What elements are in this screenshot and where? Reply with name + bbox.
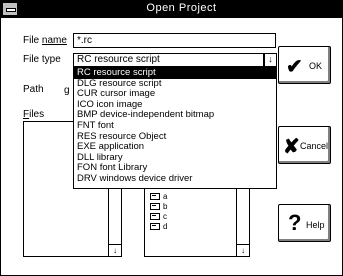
dropdown-option[interactable]: RC resource script xyxy=(74,68,276,79)
directory-label: c xyxy=(163,212,167,221)
directory-label: b xyxy=(163,202,168,211)
dropdown-option[interactable]: RES resource Object xyxy=(74,132,276,143)
file-type-dropdown-list: RC resource script DLG resource script C… xyxy=(73,67,277,189)
directory-label: a xyxy=(163,192,168,201)
arrow-down-icon: ↓ xyxy=(113,246,117,255)
file-name-input[interactable]: *.rc xyxy=(73,33,276,48)
help-button[interactable]: ? Help xyxy=(278,204,331,242)
question-mark-icon: ? xyxy=(288,210,302,235)
drive-icon xyxy=(150,213,160,221)
file-name-label-part2: name xyxy=(41,35,67,46)
directory-item[interactable]: c xyxy=(145,212,167,222)
files-label: Files xyxy=(23,109,44,120)
drive-icon xyxy=(150,223,160,231)
directory-label: d xyxy=(163,222,168,231)
file-name-label-part1: File xyxy=(23,35,42,46)
file-type-combo[interactable]: RC resource script xyxy=(73,53,264,67)
cancel-button[interactable]: ✘ Cancel xyxy=(278,126,331,164)
ok-button[interactable]: ✔ OK xyxy=(278,46,331,84)
checkmark-icon: ✔ xyxy=(286,56,303,78)
title-bar: Open Project xyxy=(1,1,342,18)
system-menu-icon xyxy=(6,8,16,12)
dropdown-option[interactable]: FON font Library xyxy=(74,163,276,174)
x-mark-icon: ✘ xyxy=(283,136,300,158)
help-button-label: Help xyxy=(306,220,325,230)
directory-item[interactable]: b xyxy=(145,202,167,212)
ok-button-label: OK xyxy=(309,61,323,71)
directory-item[interactable]: d xyxy=(145,222,167,232)
path-value-fragment: g xyxy=(64,85,70,96)
path-label: Path xyxy=(23,84,44,95)
dropdown-option[interactable]: EXE application xyxy=(74,142,276,153)
dropdown-option[interactable]: DRV windows device driver xyxy=(74,174,276,185)
files-scroll-down-button[interactable]: ↓ xyxy=(109,244,121,256)
directories-scroll-down-button[interactable]: ↓ xyxy=(237,244,249,256)
dropdown-option[interactable]: BMP device-independent bitmap xyxy=(74,110,276,121)
dropdown-option[interactable]: DLG resource script xyxy=(74,79,276,90)
drive-icon xyxy=(150,193,160,201)
dropdown-option[interactable]: DLL library xyxy=(74,153,276,164)
directory-item[interactable]: a xyxy=(145,192,167,202)
chevron-down-icon: ↓ xyxy=(268,54,273,64)
file-type-selected: RC resource script xyxy=(77,54,160,65)
dialog-title: Open Project xyxy=(146,2,217,14)
drive-icon xyxy=(150,203,160,211)
open-project-dialog: Open Project File name *.rc File type RC… xyxy=(0,0,343,276)
system-menu-button[interactable] xyxy=(2,2,18,16)
file-type-label: File type xyxy=(23,54,61,65)
file-name-value: *.rc xyxy=(77,35,92,46)
arrow-down-icon: ↓ xyxy=(241,246,245,255)
dropdown-option[interactable]: CUR cursor image xyxy=(74,89,276,100)
dropdown-option[interactable]: ICO icon image xyxy=(74,100,276,111)
file-type-dropdown-button[interactable]: ↓ xyxy=(264,53,277,67)
files-label-part2: iles xyxy=(29,109,45,120)
cancel-button-label: Cancel xyxy=(300,141,329,151)
dropdown-option[interactable]: FNT font xyxy=(74,121,276,132)
file-name-label: File name xyxy=(23,35,67,46)
